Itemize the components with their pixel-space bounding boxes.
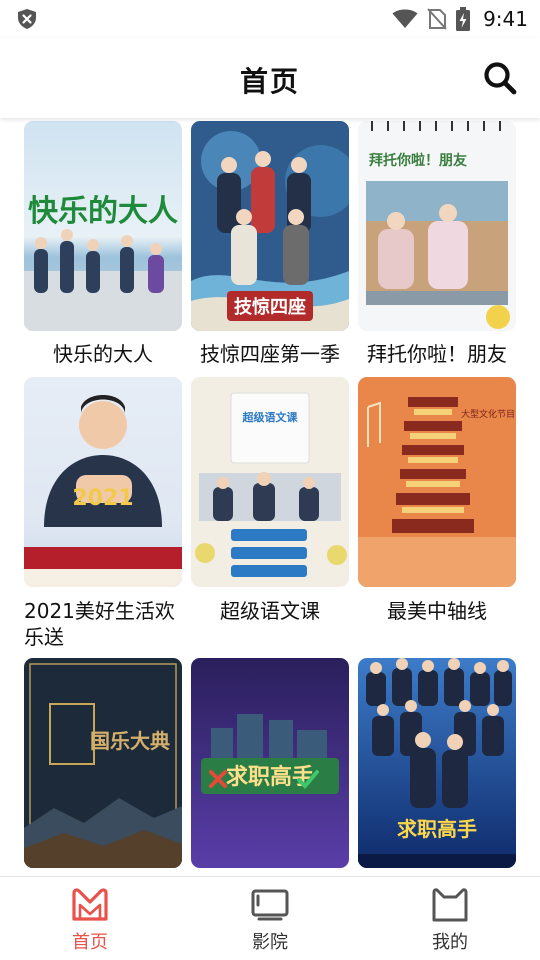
svg-text:求职高手: 求职高手	[226, 764, 314, 790]
poster-image: 大型文化节目	[358, 377, 516, 587]
bottom-navigation: 首页 影院 我的	[0, 876, 540, 960]
program-poster[interactable]: 拜托你啦！朋友	[358, 121, 516, 331]
poster-image: 国乐大典	[24, 658, 182, 868]
svg-text:超级语文课: 超级语文课	[242, 410, 299, 424]
svg-text:求职高手: 求职高手	[397, 817, 477, 841]
program-poster[interactable]: 国乐大典	[24, 658, 182, 868]
wifi-icon	[392, 9, 418, 28]
no-sim-icon	[427, 8, 447, 30]
program-poster[interactable]: 求职高手	[358, 658, 516, 868]
program-poster[interactable]: 2021	[24, 377, 182, 587]
nav-home[interactable]: 首页	[0, 877, 180, 960]
poster-image: 超级语文课	[191, 377, 349, 587]
program-grid[interactable]: 快乐的大人 快乐的大人 技惊四座 技惊四座第一季 拜托你啦！朋友 拜托你啦！朋友…	[0, 118, 540, 876]
poster-image: 拜托你啦！朋友	[358, 121, 516, 331]
svg-text:快乐的大人: 快乐的大人	[28, 194, 178, 229]
app-bar: 首页	[0, 38, 540, 118]
cat-profile-icon	[432, 888, 468, 922]
program-poster[interactable]: 技惊四座	[191, 121, 349, 331]
status-time: 9:41	[483, 7, 528, 31]
program-poster[interactable]: 大型文化节目	[358, 377, 516, 587]
poster-image: 2021	[24, 377, 182, 587]
svg-text:2021: 2021	[72, 486, 133, 511]
poster-image: 快乐的大人	[24, 121, 182, 331]
search-icon[interactable]	[482, 60, 518, 96]
poster-image: 求职高手	[191, 658, 349, 868]
svg-text:拜托你啦！朋友: 拜托你啦！朋友	[369, 152, 467, 169]
page-title: 首页	[239, 65, 300, 98]
nav-home-label: 首页	[72, 932, 108, 953]
shield-icon	[18, 9, 36, 29]
battery-icon	[456, 7, 471, 31]
nav-profile[interactable]: 我的	[360, 877, 540, 960]
svg-text:大型文化节目: 大型文化节目	[461, 408, 515, 420]
status-bar: 9:41	[0, 0, 540, 38]
poster-image: 求职高手	[358, 658, 516, 868]
home-m-icon	[72, 888, 108, 921]
svg-text:技惊四座: 技惊四座	[234, 296, 306, 318]
program-poster[interactable]: 快乐的大人	[24, 121, 182, 331]
program-title[interactable]: 最美中轴线	[352, 598, 522, 624]
nav-cinema-label: 影院	[252, 932, 288, 953]
nav-cinema[interactable]: 影院	[180, 877, 360, 960]
program-title[interactable]: 2021美好生活欢乐送	[24, 598, 194, 650]
program-title[interactable]: 拜托你啦！朋友	[352, 341, 522, 367]
program-title[interactable]: 快乐的大人	[18, 341, 188, 367]
svg-text:国乐大典: 国乐大典	[90, 729, 170, 753]
program-poster[interactable]: 超级语文课	[191, 377, 349, 587]
program-title[interactable]: 技惊四座第一季	[185, 341, 355, 367]
poster-image: 技惊四座	[191, 121, 349, 331]
program-poster[interactable]: 求职高手	[191, 658, 349, 868]
tv-icon	[251, 889, 289, 921]
program-title[interactable]: 超级语文课	[185, 598, 355, 624]
nav-profile-label: 我的	[432, 932, 468, 953]
